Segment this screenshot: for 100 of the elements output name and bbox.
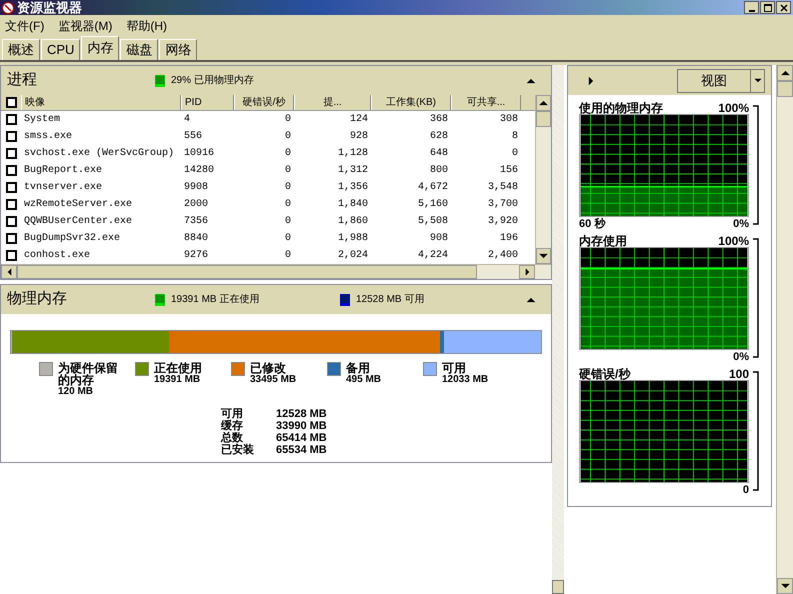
legend-value: 19391 MB <box>154 374 202 385</box>
checkbox[interactable] <box>6 165 16 176</box>
table-cell-text: 0 <box>284 164 292 178</box>
window-title: 资源监视器 <box>17 1 82 14</box>
table-cell-text: 0 <box>284 198 292 212</box>
table-cell-text: 0 <box>284 232 292 246</box>
table-cell-text: 2000 <box>183 198 210 212</box>
scroll-left-button[interactable] <box>1 265 17 279</box>
horizontal-scrollbar[interactable] <box>1 264 551 279</box>
checkbox[interactable] <box>6 148 16 159</box>
column-header[interactable]: 可共享... <box>451 95 521 110</box>
table-cell-text: 3,700 <box>486 198 519 212</box>
checkbox[interactable] <box>6 182 16 193</box>
menu-item[interactable]: 文件(F) <box>5 16 44 34</box>
checkbox[interactable] <box>6 97 16 108</box>
scroll-down-icon <box>539 253 548 259</box>
table-cell-text: 3,548 <box>486 181 519 195</box>
table-cell-text: 368 <box>428 113 449 127</box>
table-cell-text: 156 <box>498 164 519 178</box>
table-cell-text: 0 <box>284 130 292 144</box>
tab[interactable]: 网络 <box>159 39 198 60</box>
checkbox[interactable] <box>6 199 16 210</box>
tab[interactable]: 内存 <box>81 36 120 60</box>
table-cell-text: 1,840 <box>336 198 369 212</box>
table-cell-text: 4 <box>183 113 192 127</box>
graph-max-label: 100% <box>718 102 749 114</box>
checkbox[interactable] <box>6 131 16 142</box>
table-cell-text: 4,224 <box>416 249 449 263</box>
table-cell-text: 8 <box>510 130 519 144</box>
table-cell-text: 4,672 <box>416 181 449 195</box>
stat-label: 缓存 <box>221 420 244 432</box>
collapse-icon <box>526 296 536 302</box>
vertical-scrollbar[interactable] <box>535 95 551 264</box>
table-cell-text: 0 <box>284 249 292 263</box>
tab[interactable]: 概述 <box>2 39 40 60</box>
column-header[interactable]: 映像 <box>21 95 181 110</box>
legend-label: 已修改 <box>250 362 287 374</box>
tab[interactable]: 磁盘 <box>120 39 158 60</box>
legend-value: 12033 MB <box>442 374 488 385</box>
collapse-button[interactable] <box>525 296 537 302</box>
minimize-button[interactable] <box>744 1 759 14</box>
vertical-scrollbar[interactable] <box>776 65 793 594</box>
scroll-thumb[interactable] <box>536 111 551 127</box>
table-cell-text: 308 <box>498 113 519 127</box>
column-header[interactable]: 硬错误/秒 <box>234 95 294 110</box>
table-cell-text: 14280 <box>183 164 216 178</box>
scroll-thumb[interactable] <box>777 81 793 97</box>
scroll-down-button[interactable] <box>536 248 551 264</box>
table-cell-text: 5,160 <box>416 198 449 212</box>
table-cell-text: 648 <box>428 147 449 161</box>
tab[interactable]: CPU <box>41 39 80 60</box>
scroll-thumb[interactable] <box>17 265 477 279</box>
table-cell-text: 1,128 <box>336 147 369 161</box>
checkbox[interactable] <box>6 233 16 244</box>
legend-label: 备用 <box>346 362 371 374</box>
table-cell-text: 0 <box>284 113 292 127</box>
table-cell-text: BugDumpSvr32.exe <box>23 232 122 246</box>
table-cell-text: 928 <box>348 130 369 144</box>
legend-value: 495 MB <box>346 374 382 385</box>
checkbox[interactable] <box>6 216 16 227</box>
table-cell-text: svchost.exe (WerSvcGroup) <box>23 146 176 161</box>
table-cell-text: conhost.exe <box>23 248 92 263</box>
splitter-handle[interactable] <box>552 580 564 594</box>
scroll-down-button[interactable] <box>777 578 793 594</box>
graph-title: 内存使用 <box>579 235 627 247</box>
table-cell-text: 2,400 <box>486 249 519 263</box>
table-cell-text: 8840 <box>183 232 210 246</box>
stat-value: 65534 MB <box>276 444 327 456</box>
graph-title: 硬错误/秒 <box>579 368 630 380</box>
close-button[interactable] <box>776 1 791 14</box>
table-cell-text: 9908 <box>183 181 210 195</box>
column-header[interactable]: 提... <box>294 95 371 110</box>
column-header[interactable]: 工作集(KB) <box>371 95 451 110</box>
graph-title: 使用的物理内存 <box>579 102 663 114</box>
legend-label: 正在使用 <box>154 362 202 374</box>
checkbox[interactable] <box>6 114 16 125</box>
table-cell-text: System <box>23 113 62 127</box>
checkbox[interactable] <box>6 250 16 261</box>
maximize-button[interactable] <box>760 1 775 14</box>
legend-value: 120 MB <box>58 386 94 397</box>
legend-label: 19391 MB 正在使用 <box>171 293 260 307</box>
table-cell-text: 908 <box>428 232 449 246</box>
table-cell-text: 0 <box>284 147 292 161</box>
table-cell-text: tvnserver.exe <box>23 181 104 195</box>
legend-label: 12528 MB 可用 <box>356 293 424 307</box>
stat-label: 总数 <box>221 432 243 444</box>
graph-max-label: 100 <box>728 368 749 380</box>
table-cell-text: 1,312 <box>336 164 369 178</box>
collapse-button[interactable] <box>525 78 537 84</box>
stat-label: 已安装 <box>221 444 255 456</box>
menu-item[interactable]: 帮助(H) <box>126 16 167 34</box>
menu-item[interactable]: 监视器(M) <box>58 16 112 34</box>
scroll-right-button[interactable] <box>519 265 535 279</box>
table-cell-text: 556 <box>183 130 204 144</box>
scroll-up-button[interactable] <box>536 95 551 111</box>
column-header[interactable]: PID <box>181 95 234 110</box>
table-cell-text: QQWBUserCenter.exe <box>23 215 134 229</box>
legend-label: 29% 已用物理内存 <box>171 74 254 88</box>
scroll-up-button[interactable] <box>777 65 793 81</box>
minimize-icon <box>748 10 754 12</box>
